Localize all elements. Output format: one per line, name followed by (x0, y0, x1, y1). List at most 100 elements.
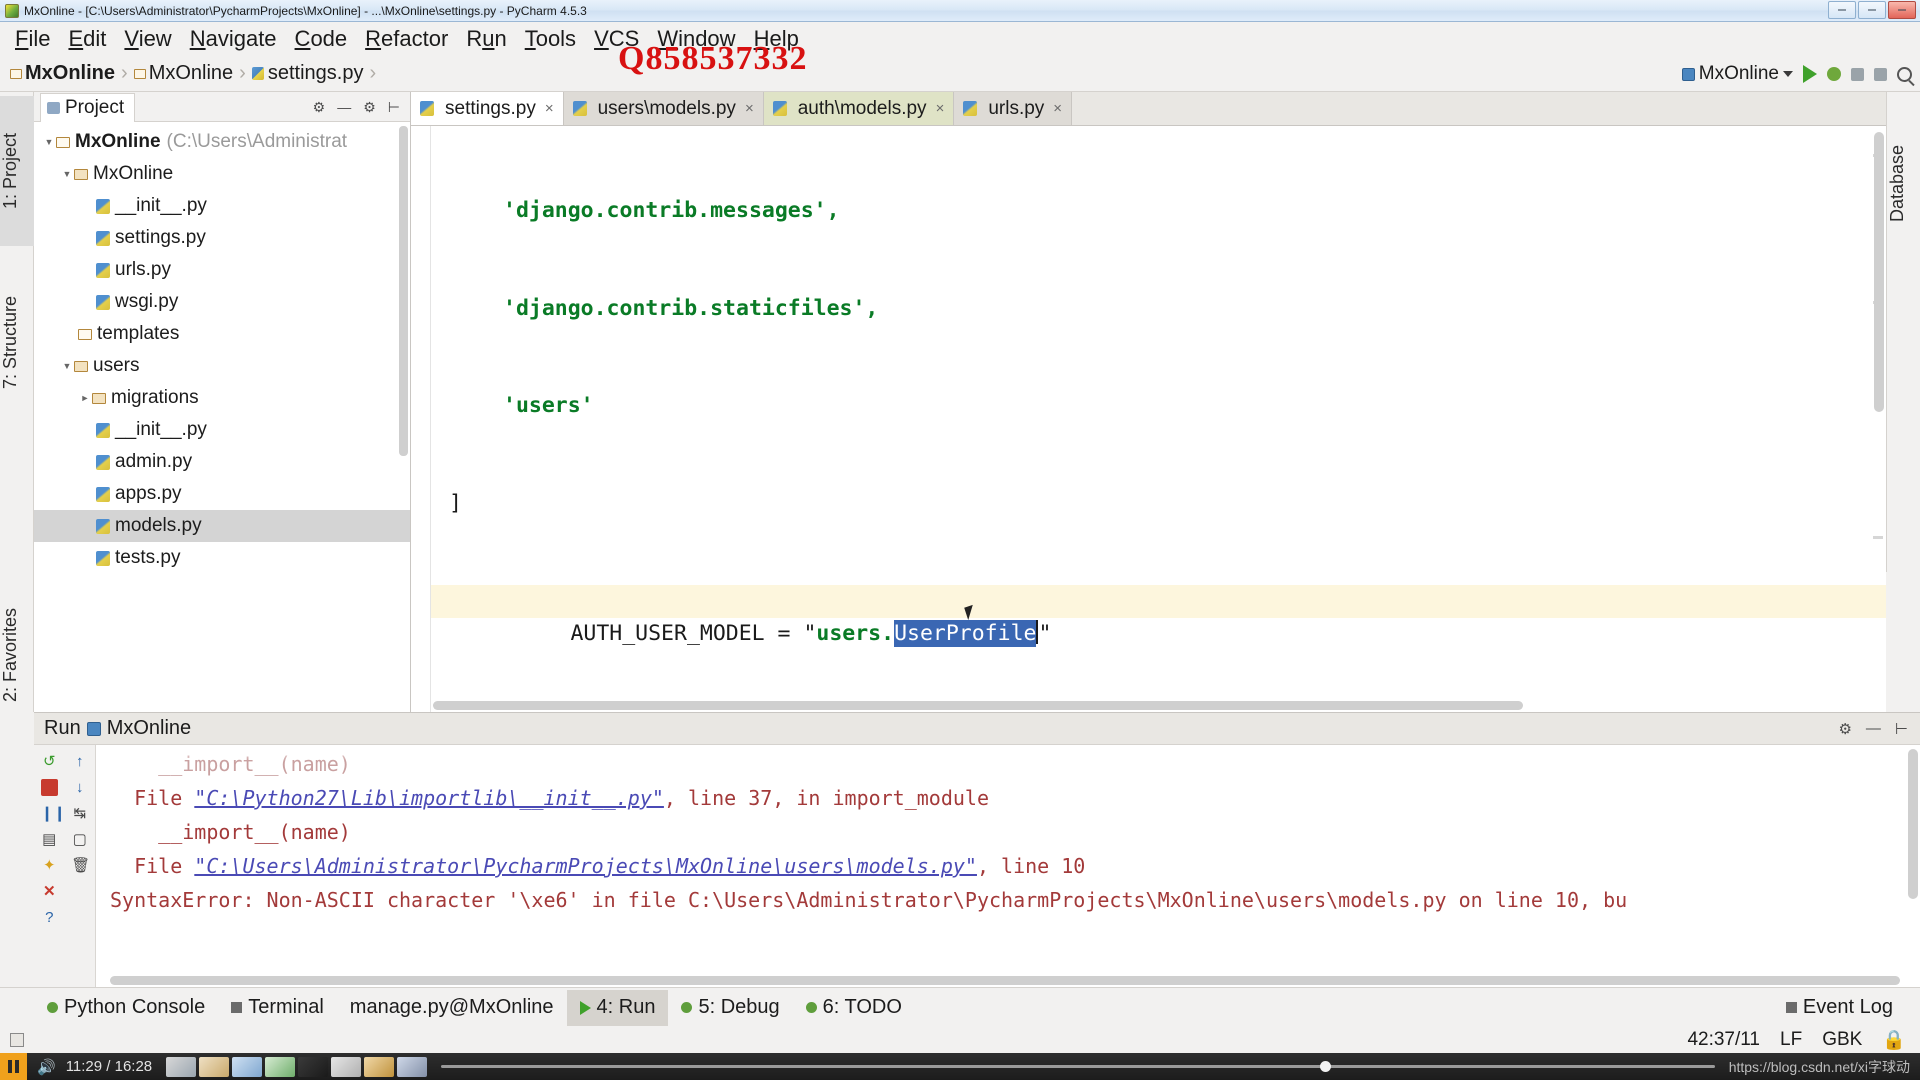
tree-item-models-py[interactable]: models.py (34, 510, 410, 542)
tab-users-models-py[interactable]: users\models.py × (563, 92, 764, 125)
thumbnail-icon[interactable] (364, 1056, 395, 1077)
help-icon[interactable]: ? (41, 909, 58, 926)
menu-vcs[interactable]: VCS (585, 26, 648, 52)
tree-item-urls-py[interactable]: urls.py (34, 254, 410, 286)
gear-icon[interactable]: ⚙ (313, 100, 326, 114)
player-progress-slider[interactable] (441, 1061, 1715, 1072)
code-text[interactable]: 'django.contrib.messages', 'django.contr… (431, 126, 1886, 712)
thumbnail-icon[interactable] (397, 1056, 428, 1077)
tab-debug[interactable]: 5: Debug (668, 990, 792, 1026)
use-console-icon[interactable]: ▢ (71, 831, 88, 848)
tree-item-mxonline-module[interactable]: MxOnline (34, 158, 410, 190)
tab-terminal[interactable]: Terminal (218, 990, 337, 1026)
thumbnail-icon[interactable] (166, 1056, 197, 1077)
console-horizontal-scrollbar[interactable] (110, 976, 1900, 985)
tree-item-apps-py[interactable]: apps.py (34, 478, 410, 510)
menu-edit[interactable]: Edit (59, 26, 115, 52)
collapse-icon[interactable]: — (337, 100, 351, 114)
debug-icon[interactable] (1827, 67, 1841, 81)
scroll-up-icon[interactable]: ↑ (71, 753, 88, 770)
tree-item-templates[interactable]: templates (34, 318, 410, 350)
tree-item-init-py[interactable]: __init__.py (34, 190, 410, 222)
search-icon[interactable] (1897, 66, 1912, 82)
minimize-icon[interactable]: — (1866, 720, 1881, 737)
menu-view[interactable]: View (115, 26, 180, 52)
close-icon[interactable]: × (936, 100, 945, 117)
trash-icon[interactable]: 🗑 (71, 857, 90, 874)
maximize-button[interactable] (1858, 1, 1886, 19)
project-tree-scrollbar[interactable] (399, 126, 408, 456)
editor-horizontal-scrollbar[interactable] (433, 701, 1523, 710)
tree-item-migrations[interactable]: migrations (34, 382, 410, 414)
close-icon[interactable]: ✕ (41, 883, 58, 900)
tab-python-console[interactable]: Python Console (34, 990, 218, 1026)
run-configuration-selector[interactable]: MxOnline (1681, 63, 1793, 85)
tab-project[interactable]: Project (40, 92, 136, 122)
sidebar-item-structure[interactable]: 7: Structure (0, 252, 34, 432)
sidebar-item-database[interactable]: Database (1887, 98, 1920, 268)
thumbnail-icon[interactable] (199, 1056, 230, 1077)
menu-window[interactable]: Window (648, 26, 744, 52)
scroll-down-icon[interactable]: ↓ (71, 779, 88, 796)
console-file-link[interactable]: "C:\Python27\Lib\importlib\__init__.py" (194, 786, 664, 810)
code-editor[interactable]: 'django.contrib.messages', 'django.contr… (411, 126, 1886, 712)
hide-icon[interactable]: ⊢ (1895, 720, 1908, 738)
tab-urls-py[interactable]: urls.py × (954, 92, 1073, 125)
tree-item-admin-py[interactable]: admin.py (34, 446, 410, 478)
menu-tools[interactable]: Tools (516, 26, 585, 52)
close-button[interactable] (1888, 1, 1916, 19)
coverage-icon[interactable] (1851, 67, 1864, 81)
player-progress-knob[interactable] (1319, 1061, 1331, 1072)
chevron-right-icon[interactable] (78, 393, 92, 404)
console-file-link[interactable]: "C:\Users\Administrator\PycharmProjects\… (194, 854, 977, 878)
sidebar-item-project[interactable]: 1: Project (0, 96, 34, 246)
breadcrumb-project[interactable]: MxOnline (10, 62, 115, 85)
stop-icon[interactable] (1874, 67, 1887, 81)
menu-file[interactable]: File (6, 26, 59, 52)
tree-item-users[interactable]: users (34, 350, 410, 382)
code-selection-userprofile[interactable]: UserProfile (894, 619, 1037, 647)
soft-wrap-icon[interactable]: ↹ (71, 805, 88, 822)
breadcrumb-module[interactable]: MxOnline (133, 62, 233, 85)
minimize-button[interactable] (1828, 1, 1856, 19)
tree-item-wsgi-py[interactable]: wsgi.py (34, 286, 410, 318)
tree-item-tests-py[interactable]: tests.py (34, 542, 410, 574)
tab-manage-py[interactable]: manage.py@MxOnline (337, 990, 567, 1026)
breadcrumb-file[interactable]: settings.py (251, 62, 363, 85)
console-vertical-scrollbar[interactable] (1908, 749, 1918, 899)
close-icon[interactable]: × (745, 100, 754, 117)
thumbnail-icon[interactable] (298, 1056, 329, 1077)
menu-navigate[interactable]: Navigate (181, 26, 286, 52)
settings-icon[interactable]: ⚙ (363, 100, 376, 114)
speaker-icon[interactable]: 🔊 (37, 1058, 56, 1076)
thumbnail-icon[interactable] (265, 1056, 296, 1077)
editor-gutter[interactable] (411, 126, 431, 712)
tree-item-settings-py[interactable]: settings.py (34, 222, 410, 254)
pause-icon[interactable] (0, 1053, 27, 1080)
tab-settings-py[interactable]: settings.py × (411, 92, 564, 125)
tab-auth-models-py[interactable]: auth\models.py × (763, 92, 955, 125)
chevron-down-icon[interactable] (60, 169, 74, 180)
tab-todo[interactable]: 6: TODO (793, 990, 915, 1026)
tab-run[interactable]: 4: Run (566, 989, 669, 1026)
menu-help[interactable]: Help (745, 26, 808, 52)
rerun-icon[interactable]: ↺ (41, 753, 58, 770)
thumbnail-icon[interactable] (331, 1056, 362, 1077)
pin-icon[interactable]: ✦ (41, 857, 58, 874)
tree-item-mxonline-root[interactable]: MxOnline (C:\Users\Administrat (34, 126, 410, 158)
status-caret-position[interactable]: 42:37/11 (1687, 1029, 1760, 1051)
tab-event-log[interactable]: Event Log (1773, 990, 1906, 1026)
tree-item-users-init-py[interactable]: __init__.py (34, 414, 410, 446)
close-icon[interactable]: × (545, 100, 554, 117)
menu-refactor[interactable]: Refactor (356, 26, 457, 52)
chevron-down-icon[interactable] (60, 361, 74, 372)
editor-vertical-scrollbar[interactable] (1874, 132, 1884, 412)
hide-icon[interactable]: ⊢ (388, 100, 400, 114)
thumbnail-icon[interactable] (232, 1056, 263, 1077)
chevron-down-icon[interactable] (42, 137, 56, 148)
stop-icon[interactable] (40, 779, 58, 796)
menu-code[interactable]: Code (286, 26, 357, 52)
pause-icon[interactable]: ❙❙ (41, 805, 66, 822)
status-encoding[interactable]: GBK (1822, 1029, 1862, 1051)
status-line-separator[interactable]: LF (1780, 1029, 1802, 1051)
